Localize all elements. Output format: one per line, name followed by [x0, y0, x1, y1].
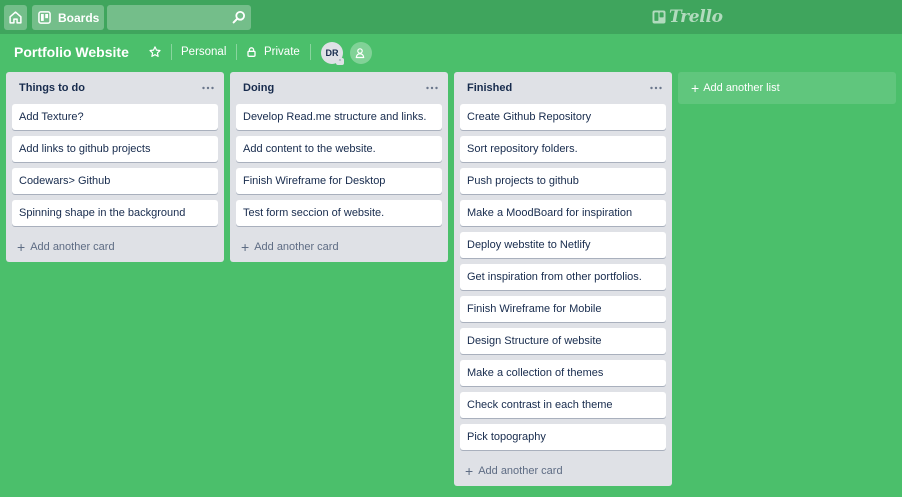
plus-icon: + [17, 239, 26, 255]
card[interactable]: Make a MoodBoard for inspiration [460, 200, 666, 226]
add-card-button[interactable]: + Add another card [454, 456, 672, 486]
list-menu-button[interactable] [649, 81, 663, 95]
list-menu-button[interactable] [425, 81, 439, 95]
list-title[interactable]: Finished [467, 82, 512, 94]
card[interactable]: Push projects to github [460, 168, 666, 194]
add-card-button[interactable]: + Add another card [230, 232, 448, 262]
add-member-icon [355, 48, 365, 59]
plus-icon: + [241, 239, 250, 255]
more-icon [202, 86, 214, 90]
add-card-label: Add another card [254, 241, 339, 253]
trello-logo[interactable]: Trello [652, 7, 723, 27]
card[interactable]: Add links to github projects [12, 136, 218, 162]
add-card-label: Add another card [478, 465, 563, 477]
boards-button[interactable]: Boards [32, 5, 104, 30]
home-button[interactable] [4, 5, 27, 30]
more-icon [426, 86, 438, 90]
board-title[interactable]: Portfolio Website [8, 40, 135, 64]
add-card-button[interactable]: + Add another card [6, 232, 224, 262]
trello-logo-text: Trello [669, 7, 723, 27]
card[interactable]: Check contrast in each theme [460, 392, 666, 418]
card[interactable]: Add Texture? [12, 104, 218, 130]
avatar[interactable]: DR ⌃ [321, 42, 344, 65]
card[interactable]: Finish Wireframe for Desktop [236, 168, 442, 194]
invite-member-button[interactable] [350, 42, 372, 64]
star-board-button[interactable] [146, 43, 164, 61]
plus-icon: + [465, 463, 474, 479]
visibility-button[interactable]: Private [241, 40, 306, 64]
plus-icon: + [691, 80, 700, 96]
trello-logo-icon [652, 10, 666, 24]
header-divider [236, 44, 237, 60]
card[interactable]: Make a collection of themes [460, 360, 666, 386]
top-navigation-bar: Boards Trello [0, 0, 902, 34]
boards-label: Boards [58, 10, 100, 25]
header-divider [310, 44, 311, 60]
lock-icon [247, 47, 256, 57]
list-doing: Doing Develop Read.me structure and link… [230, 72, 448, 262]
card[interactable]: Add content to the website. [236, 136, 442, 162]
visibility-label: Private [264, 46, 300, 58]
card[interactable]: Pick topography [460, 424, 666, 450]
boards-icon [38, 11, 51, 24]
header-divider [171, 44, 172, 60]
card[interactable]: Design Structure of website [460, 328, 666, 354]
star-icon [149, 46, 161, 57]
list-menu-button[interactable] [201, 81, 215, 95]
list-finished: Finished Create Github Repository Sort r… [454, 72, 672, 486]
avatar-initials: DR [325, 48, 339, 58]
card[interactable]: Deploy webstite to Netlify [460, 232, 666, 258]
list-title[interactable]: Things to do [19, 82, 85, 94]
home-icon [9, 11, 22, 24]
search-input[interactable] [107, 5, 227, 30]
list-things-to-do: Things to do Add Texture? Add links to g… [6, 72, 224, 262]
add-card-label: Add another card [30, 241, 115, 253]
more-icon [650, 86, 662, 90]
card[interactable]: Get inspiration from other portfolios. [460, 264, 666, 290]
card[interactable]: Sort repository folders. [460, 136, 666, 162]
team-button[interactable]: Personal [175, 40, 232, 64]
search-box[interactable] [107, 5, 251, 30]
card[interactable]: Create Github Repository [460, 104, 666, 130]
card[interactable]: Test form seccion of website. [236, 200, 442, 226]
add-list-label: Add another list [703, 82, 780, 94]
admin-badge-icon: ⌃ [336, 58, 344, 65]
add-list-button[interactable]: + Add another list [678, 72, 896, 104]
list-title[interactable]: Doing [243, 82, 274, 94]
card[interactable]: Finish Wireframe for Mobile [460, 296, 666, 322]
card[interactable]: Codewars> Github [12, 168, 218, 194]
card[interactable]: Develop Read.me structure and links. [236, 104, 442, 130]
search-icon[interactable] [232, 10, 246, 24]
card[interactable]: Spinning shape in the background [12, 200, 218, 226]
